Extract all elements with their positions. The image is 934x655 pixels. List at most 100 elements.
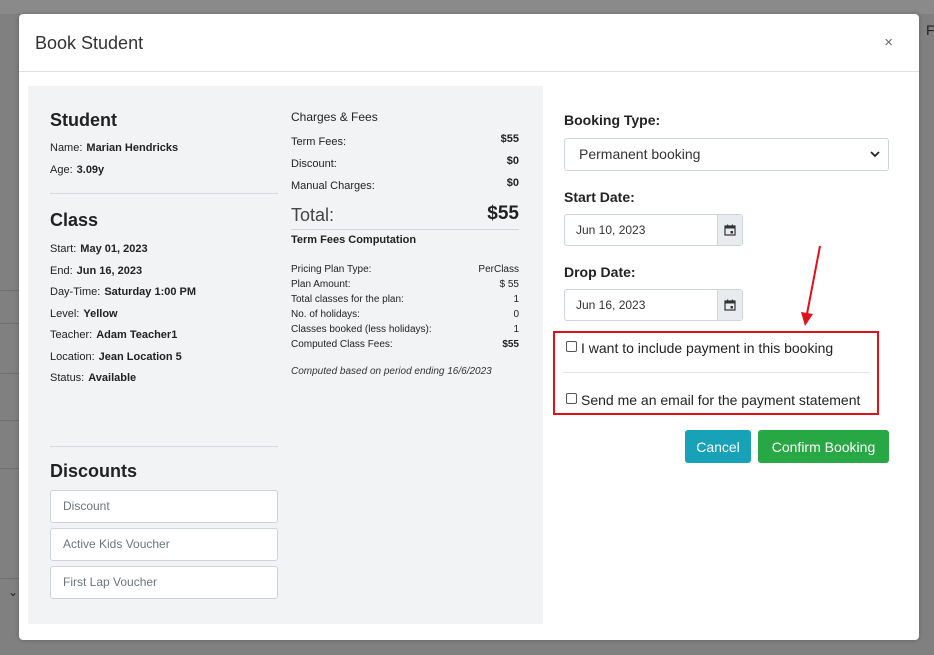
computation-value: $55 (502, 339, 519, 350)
annotation-highlight-box: I want to include payment in this bookin… (553, 331, 879, 415)
charge-label: Discount: (291, 158, 337, 170)
computation-label: Plan Amount: (291, 279, 351, 290)
calendar-icon[interactable] (717, 215, 742, 245)
student-name: Marian Hendricks (86, 142, 179, 154)
email-statement-label[interactable]: Send me an email for the payment stateme… (581, 392, 860, 408)
charge-amount: $0 (506, 177, 519, 189)
computation-label: Total classes for the plan: (291, 294, 404, 305)
charge-amount: $0 (506, 155, 519, 167)
field-label: Name: (50, 142, 83, 154)
computation-row: Classes booked (less holidays): 1 (291, 322, 519, 337)
charge-amount: $55 (500, 133, 519, 145)
computation-value: 1 (513, 324, 519, 335)
start-date-label: Start Date: (564, 189, 635, 205)
divider (50, 193, 278, 194)
charge-row-discount: Discount: $0 (291, 155, 519, 180)
divider (563, 372, 870, 373)
student-details: Name: Marian Hendricks Age: 3.09y (50, 138, 278, 181)
modal-title: Book Student (35, 33, 144, 53)
field-label: Teacher: (50, 329, 93, 341)
email-statement-checkbox-row[interactable]: Send me an email for the payment stateme… (566, 392, 860, 408)
calendar-icon[interactable] (717, 290, 742, 320)
field-value: Adam Teacher1 (96, 329, 178, 341)
drop-date-label: Drop Date: (564, 264, 636, 280)
computation-label: Pricing Plan Type: (291, 264, 372, 275)
student-class-column: Student Name: Marian Hendricks Age: 3.09y … (50, 86, 278, 604)
class-start-row: Start: May 01, 2023 (50, 239, 278, 261)
close-icon[interactable]: × (884, 34, 893, 51)
annotation-arrow (801, 245, 821, 326)
backdrop-divider (0, 323, 20, 324)
charge-row-term-fees: Term Fees: $55 (291, 133, 519, 158)
computation-value: 1 (513, 294, 519, 305)
backdrop-topbar (0, 0, 934, 14)
charge-label: Manual Charges: (291, 180, 375, 192)
computation-label: No. of holidays: (291, 309, 360, 320)
computation-note: Computed based on period ending 16/6/202… (291, 366, 492, 377)
discount-inputs (50, 489, 278, 604)
booking-type-label: Booking Type: (564, 112, 661, 128)
computation-value: 0 (513, 309, 519, 320)
computation-row: No. of holidays: 0 (291, 307, 519, 322)
field-label: End: (50, 264, 73, 277)
class-daytime-row: Day-Time: Saturday 1:00 PM (50, 282, 278, 304)
drop-date-field[interactable]: Jun 16, 2023 (564, 289, 743, 321)
field-value: May 01, 2023 (80, 243, 148, 255)
computation-row: Total classes for the plan: 1 (291, 292, 519, 307)
field-label: Level: (50, 307, 80, 320)
chevron-down-icon (870, 139, 880, 182)
discount-input[interactable] (50, 489, 278, 523)
start-date-field[interactable]: Jun 10, 2023 (564, 214, 743, 246)
class-level-row: Level: Yellow (50, 304, 278, 326)
field-label: Location: (50, 350, 95, 363)
class-end-row: End: Jun 16, 2023 (50, 261, 278, 283)
field-value: Jun 16, 2023 (76, 264, 143, 277)
drop-date-value: Jun 16, 2023 (576, 298, 646, 312)
student-age-row: Age: 3.09y (50, 160, 278, 182)
field-label: Day-Time: (50, 286, 101, 298)
field-value: Yellow (83, 307, 118, 320)
modal-header: Book Student × (19, 14, 919, 72)
computation-value: PerClass (478, 264, 519, 275)
active-kids-voucher-input[interactable] (50, 527, 278, 561)
email-statement-checkbox[interactable] (566, 393, 577, 404)
computation-row: Plan Amount: $ 55 (291, 277, 519, 292)
include-payment-checkbox[interactable] (566, 341, 577, 352)
field-label: Start: (50, 243, 77, 255)
field-value: Jean Location 5 (98, 350, 182, 363)
include-payment-label[interactable]: I want to include payment in this bookin… (581, 340, 833, 356)
class-heading: Class (50, 210, 99, 230)
computation-label: Computed Class Fees: (291, 339, 393, 350)
total-row: Total: $55 (291, 203, 519, 233)
computation-row: Pricing Plan Type: PerClass (291, 262, 519, 277)
class-details: Start: May 01, 2023 End: Jun 16, 2023 Day-… (50, 239, 278, 390)
computation-value: $ 55 (499, 279, 519, 290)
computation-label: Classes booked (less holidays): (291, 324, 432, 335)
divider (50, 445, 278, 447)
booking-type-select[interactable]: Permanent booking (564, 138, 889, 171)
backdrop-divider (0, 420, 20, 421)
discounts-heading: Discounts (50, 460, 138, 481)
backdrop-divider (0, 373, 20, 374)
field-label: Age: (50, 163, 73, 176)
backdrop-divider (0, 578, 20, 579)
cancel-button[interactable]: Cancel (685, 430, 751, 463)
charge-label: Term Fees: (291, 136, 347, 148)
class-location-row: Location: Jean Location 5 (50, 347, 278, 369)
backdrop-text: F (926, 22, 934, 38)
include-payment-checkbox-row[interactable]: I want to include payment in this bookin… (566, 340, 833, 356)
computation-heading: Term Fees Computation (291, 234, 417, 246)
field-value: Saturday 1:00 PM (104, 286, 197, 298)
first-lap-voucher-input[interactable] (50, 565, 278, 599)
book-student-modal: Book Student × Student Name: Marian Hendr… (19, 14, 919, 640)
student-heading: Student (50, 110, 117, 130)
confirm-booking-button[interactable]: Confirm Booking (758, 430, 889, 463)
class-teacher-row: Teacher: Adam Teacher1 (50, 325, 278, 347)
class-status-row: Status: Available (50, 368, 278, 390)
field-label: Status: (50, 372, 85, 384)
computation-table: Pricing Plan Type: PerClass Plan Amount: $… (291, 262, 519, 352)
field-value: Available (88, 372, 137, 384)
charge-row-manual: Manual Charges: $0 (291, 177, 519, 201)
student-name-row: Name: Marian Hendricks (50, 138, 278, 160)
total-label: Total: (291, 205, 335, 225)
